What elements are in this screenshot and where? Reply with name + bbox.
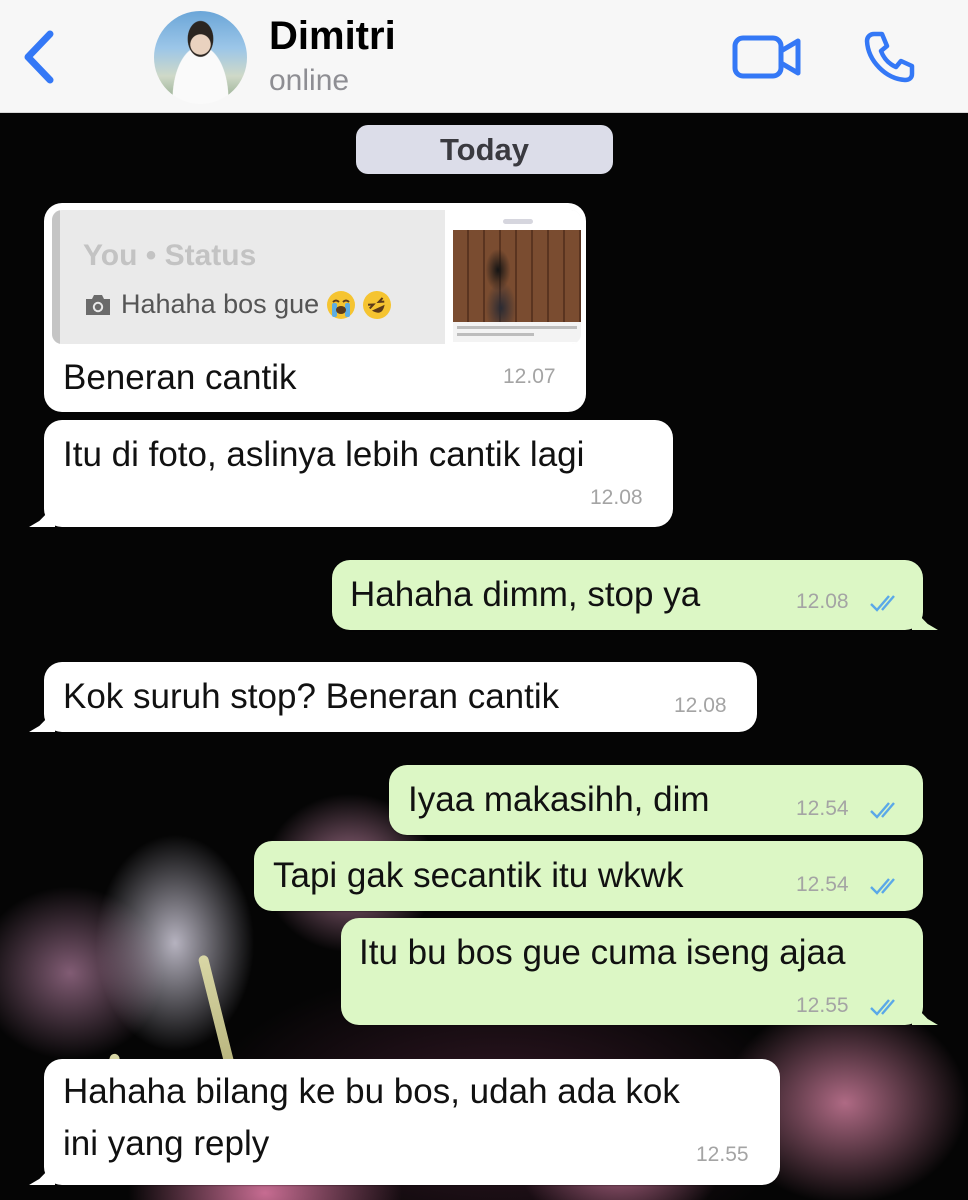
voice-call-button[interactable] bbox=[862, 30, 916, 84]
video-camera-icon bbox=[732, 35, 801, 79]
message-bubble-incoming[interactable]: Itu di foto, aslinya lebih cantik lagi 1… bbox=[44, 420, 673, 527]
message-text: Itu bu bos gue cuma iseng ajaa bbox=[359, 933, 846, 972]
camera-icon bbox=[86, 294, 110, 315]
contact-status: online bbox=[269, 64, 350, 97]
message-text: Kok suruh stop? Beneran cantik bbox=[63, 677, 560, 716]
video-call-button[interactable] bbox=[732, 34, 802, 80]
double-check-read-icon bbox=[870, 999, 895, 1016]
double-check-read-icon bbox=[870, 595, 895, 612]
message-bubble-incoming[interactable]: You • Status Hahaha bos gue Beneran cant… bbox=[44, 203, 586, 412]
date-separator: Today bbox=[356, 125, 613, 174]
message-time: 12.08 bbox=[590, 486, 643, 509]
chevron-left-icon bbox=[24, 30, 54, 84]
quoted-status-reply[interactable]: You • Status Hahaha bos gue bbox=[52, 210, 581, 344]
quote-bar bbox=[52, 210, 60, 344]
quoted-status-label: You • Status bbox=[83, 239, 257, 272]
message-text: Hahaha dimm, stop ya bbox=[350, 575, 701, 614]
thumbnail-date-pill bbox=[503, 219, 533, 224]
message-time: 12.08 bbox=[674, 694, 727, 717]
message-text: Itu di foto, aslinya lebih cantik lagi bbox=[63, 435, 585, 474]
message-text-line: ini yang reply bbox=[63, 1124, 270, 1163]
message-time: 12.08 bbox=[796, 590, 849, 613]
contact-avatar[interactable] bbox=[154, 11, 247, 104]
rolling-on-floor-laughing-icon bbox=[358, 285, 396, 324]
message-time: 12.55 bbox=[796, 994, 849, 1017]
message-bubble-outgoing[interactable]: Iyaa makasihh, dim 12.54 bbox=[389, 765, 923, 835]
loudly-crying-face-icon bbox=[327, 290, 356, 319]
chat-header: Dimitri online bbox=[0, 0, 968, 113]
back-button[interactable] bbox=[18, 28, 62, 86]
message-bubble-outgoing[interactable]: Tapi gak secantik itu wkwk 12.54 bbox=[254, 841, 923, 911]
message-text: Iyaa makasihh, dim bbox=[408, 780, 710, 819]
phone-icon bbox=[864, 31, 915, 83]
message-time: 12.55 bbox=[696, 1143, 749, 1166]
quoted-status-thumbnail bbox=[445, 210, 581, 344]
message-time: 12.54 bbox=[796, 873, 849, 896]
message-text-line: Hahaha bilang ke bu bos, udah ada kok bbox=[63, 1072, 680, 1111]
message-time: 12.54 bbox=[796, 797, 849, 820]
thumbnail-caption bbox=[453, 322, 581, 342]
chat-area[interactable]: Today You • Status Hahaha bos gue Benera… bbox=[0, 113, 968, 1200]
quoted-status-text: Hahaha bos gue bbox=[121, 289, 320, 319]
message-text: Tapi gak secantik itu wkwk bbox=[273, 856, 684, 895]
contact-name[interactable]: Dimitri bbox=[269, 14, 396, 59]
double-check-read-icon bbox=[870, 802, 895, 819]
message-time: 12.07 bbox=[503, 365, 556, 388]
message-text: Beneran cantik bbox=[63, 358, 297, 397]
message-bubble-outgoing[interactable]: Hahaha dimm, stop ya 12.08 bbox=[332, 560, 923, 630]
quoted-status-preview: Hahaha bos gue bbox=[83, 285, 396, 324]
message-bubble-outgoing[interactable]: Itu bu bos gue cuma iseng ajaa 12.55 bbox=[341, 918, 923, 1025]
thumbnail-photo bbox=[453, 230, 581, 334]
double-check-read-icon bbox=[870, 878, 895, 895]
message-bubble-incoming[interactable]: Kok suruh stop? Beneran cantik 12.08 bbox=[44, 662, 757, 732]
message-bubble-incoming[interactable]: Hahaha bilang ke bu bos, udah ada kok in… bbox=[44, 1059, 780, 1185]
